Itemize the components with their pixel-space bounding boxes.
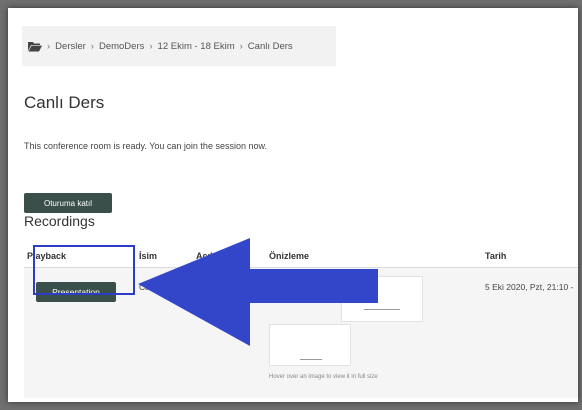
- browser-frame: › Dersler › DemoDers › 12 Ekim - 18 Ekim…: [8, 8, 578, 402]
- arrow-annotation-icon: [138, 238, 378, 346]
- arrow-shape: [138, 238, 378, 346]
